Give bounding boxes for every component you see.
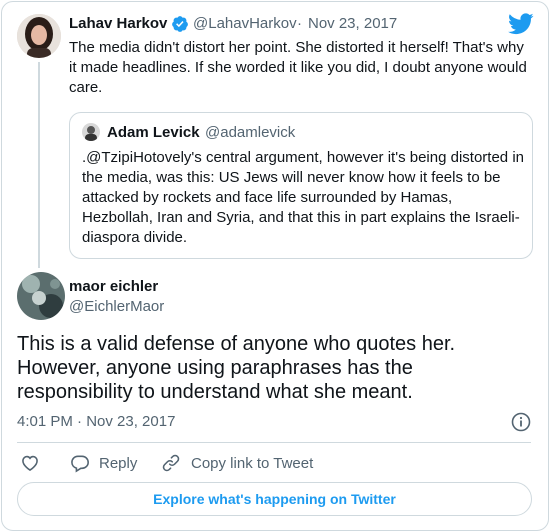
parent-author-handle[interactable]: @LahavHarkov: [193, 15, 297, 32]
thread-connector-line: [38, 62, 40, 268]
speech-bubble-icon: [70, 453, 90, 473]
heart-icon: [20, 453, 40, 473]
explore-twitter-button[interactable]: Explore what's happening on Twitter: [17, 482, 532, 516]
avatar-photo: [17, 272, 65, 320]
meta-separator: ·: [297, 15, 302, 32]
parent-author-name[interactable]: Lahav Harkov: [69, 15, 167, 32]
like-button[interactable]: [20, 452, 40, 474]
divider: [17, 442, 531, 443]
parent-tweet-text: The media didn't distort her point. She …: [69, 39, 527, 96]
main-tweet-timestamp[interactable]: 4:01 PM · Nov 23, 2017: [17, 413, 175, 430]
avatar-photo: [82, 123, 100, 141]
parent-tweet-date[interactable]: Nov 23, 2017: [308, 15, 397, 32]
main-tweet-text: This is a valid defense of anyone who qu…: [17, 333, 456, 403]
quoted-tweet-text: .@TzipiHotovely's central argument, howe…: [82, 149, 524, 246]
quoted-author-name: Adam Levick: [107, 124, 200, 141]
main-author-handle[interactable]: @EichlerMaor: [69, 298, 164, 315]
reply-label: Reply: [99, 454, 138, 472]
quoted-author-handle: @adamlevick: [205, 124, 296, 141]
avatar-photo: [17, 14, 61, 58]
avatar-lahav-harkov[interactable]: [17, 14, 61, 58]
copy-link-button[interactable]: Copy link to Tweet: [161, 452, 313, 474]
info-icon[interactable]: [511, 412, 531, 432]
copy-link-label: Copy link to Tweet: [191, 454, 314, 472]
link-icon: [161, 453, 181, 473]
twitter-bird-icon[interactable]: [508, 13, 534, 35]
verified-badge-icon: [171, 15, 189, 33]
reply-button[interactable]: Reply: [70, 452, 137, 474]
avatar-adam-levick[interactable]: [82, 123, 100, 141]
avatar-maor-eichler[interactable]: [17, 272, 65, 320]
main-author-name[interactable]: maor eichler: [69, 278, 158, 295]
